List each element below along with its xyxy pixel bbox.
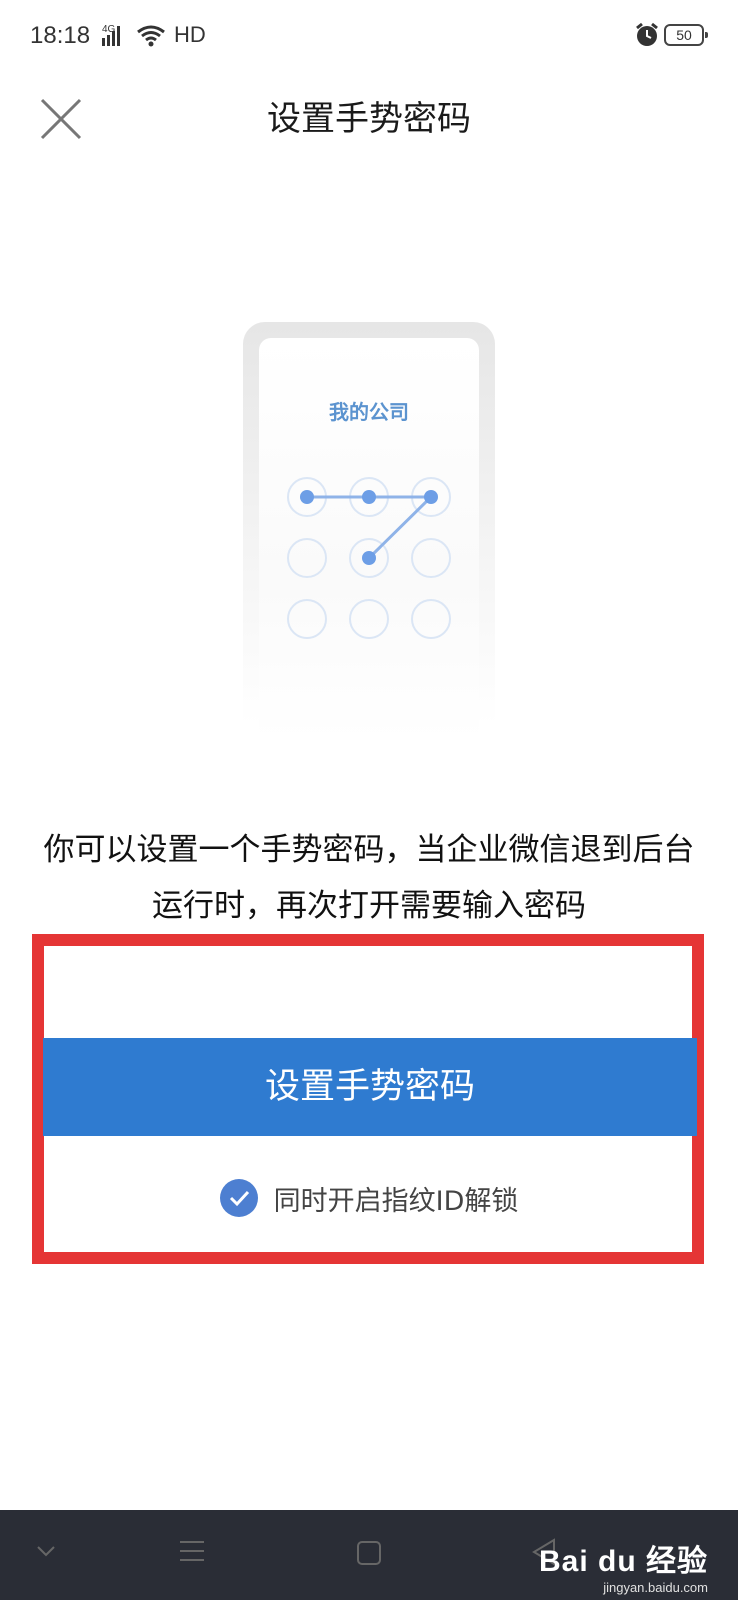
baidu-watermark: Bai du 经验 jingyan.baidu.com xyxy=(539,1536,708,1595)
check-icon xyxy=(229,1190,249,1207)
battery-icon: 50 xyxy=(664,24,708,46)
pattern-grid xyxy=(287,477,451,639)
alarm-icon xyxy=(636,22,658,46)
battery-level: 50 xyxy=(676,27,692,43)
fingerprint-option[interactable]: 同时开启指纹ID解锁 xyxy=(0,1178,738,1218)
fingerprint-label: 同时开启指纹ID解锁 xyxy=(273,1185,519,1217)
fingerprint-checkbox[interactable] xyxy=(219,1179,258,1217)
description-text: 你可以设置一个手势密码，当企业微信退到后台运行时，再次打开需要输入密码 xyxy=(43,832,695,924)
watermark-brand: Bai du 经验 xyxy=(538,1545,708,1578)
watermark-url: jingyan.baidu.com xyxy=(603,1580,708,1595)
set-gesture-password-button[interactable]: 设置手势密码 xyxy=(43,1038,697,1136)
illustration-company-name: 我的公司 xyxy=(329,400,409,424)
menu-icon[interactable] xyxy=(178,1538,206,1564)
signal-icon: 4G xyxy=(102,24,165,47)
home-icon[interactable] xyxy=(356,1540,382,1566)
status-time: 18:18 xyxy=(30,22,91,49)
wifi-icon xyxy=(137,25,165,47)
page-title: 设置手势密码 xyxy=(267,99,471,139)
status-bar: 18:18 4G HD 50 xyxy=(0,0,738,76)
hd-indicator: HD xyxy=(174,22,206,47)
gesture-illustration xyxy=(243,322,495,742)
collapse-icon[interactable] xyxy=(36,1544,56,1558)
